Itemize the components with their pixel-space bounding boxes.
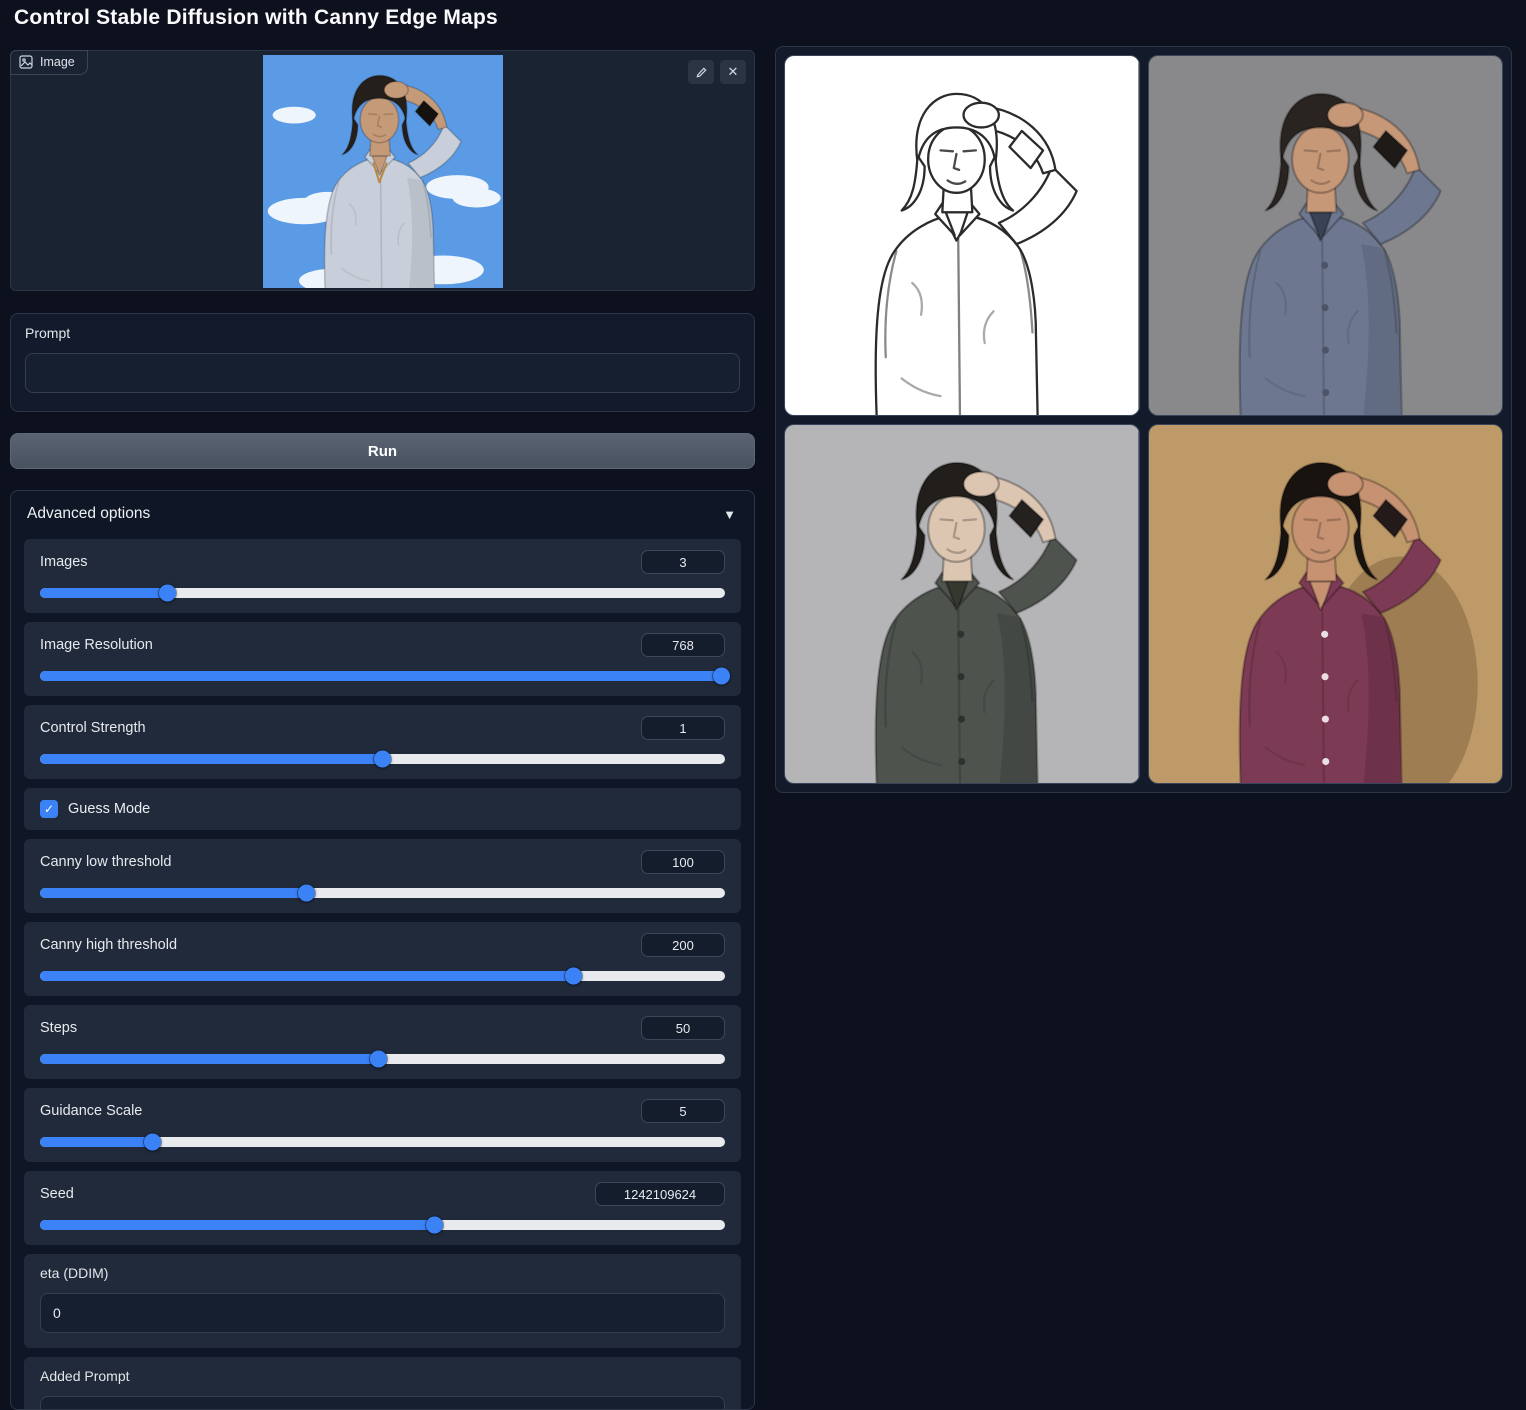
- steps-slider-handle[interactable]: [370, 1050, 388, 1068]
- guess-mode-field: ✓ Guess Mode: [24, 788, 741, 830]
- added-prompt-label: Added Prompt: [40, 1368, 130, 1384]
- images-number-input[interactable]: [641, 550, 725, 574]
- uploaded-photo: [262, 55, 503, 288]
- image-input[interactable]: Image ✕: [10, 50, 755, 291]
- image-resolution-label: Image Resolution: [40, 637, 153, 653]
- images-slider[interactable]: [40, 584, 725, 602]
- advanced-options-title: Advanced options: [27, 505, 151, 522]
- prompt-field: Prompt: [10, 313, 755, 412]
- canny-high-label: Canny high threshold: [40, 937, 178, 953]
- canny-low-label: Canny low threshold: [40, 854, 172, 870]
- slider-block-seed: Seed: [24, 1171, 741, 1245]
- canny-low-slider[interactable]: [40, 884, 725, 902]
- eta-label: eta (DDIM): [40, 1265, 109, 1281]
- gallery-item-generated-1[interactable]: [1147, 55, 1503, 416]
- controls-column: Image ✕ Prompt Run Advanced options ▼ Im…: [10, 50, 755, 1410]
- edit-image-button[interactable]: [688, 60, 714, 84]
- chevron-down-icon: ▼: [723, 506, 736, 522]
- image-icon: [19, 55, 33, 69]
- slider-block-image-resolution: Image Resolution: [24, 622, 741, 696]
- image-label: Image: [40, 55, 75, 69]
- control-strength-label: Control Strength: [40, 720, 146, 736]
- gallery-item-edge-map[interactable]: [784, 55, 1140, 416]
- guidance-scale-label: Guidance Scale: [40, 1103, 143, 1119]
- guess-mode-checkbox[interactable]: ✓: [40, 800, 58, 818]
- advanced-options-accordion: Advanced options ▼ Images Image Resoluti…: [10, 490, 755, 1410]
- images-slider-handle[interactable]: [159, 584, 177, 602]
- control-strength-slider-handle[interactable]: [373, 750, 391, 768]
- page-title: Control Stable Diffusion with Canny Edge…: [14, 6, 498, 29]
- slider-block-canny-low: Canny low threshold: [24, 839, 741, 913]
- slider-block-steps: Steps: [24, 1005, 741, 1079]
- app-root: { "page": { "title": "Control Stable Dif…: [0, 0, 1526, 1410]
- steps-label: Steps: [40, 1020, 78, 1036]
- control-strength-number-input[interactable]: [641, 716, 725, 740]
- slider-block-control-strength: Control Strength: [24, 705, 741, 779]
- steps-number-input[interactable]: [641, 1016, 725, 1040]
- prompt-input[interactable]: [25, 353, 740, 393]
- canny-low-slider-handle[interactable]: [298, 884, 316, 902]
- image-resolution-slider[interactable]: [40, 667, 730, 685]
- seed-slider[interactable]: [40, 1216, 725, 1234]
- canny-low-number-input[interactable]: [641, 850, 725, 874]
- image-resolution-slider-handle[interactable]: [712, 667, 730, 685]
- image-actions: ✕: [688, 60, 746, 84]
- eta-field: eta (DDIM): [24, 1254, 741, 1348]
- canny-high-slider-handle[interactable]: [565, 967, 583, 985]
- added-prompt-field: Added Prompt: [24, 1357, 741, 1409]
- control-strength-slider[interactable]: [40, 750, 725, 768]
- gallery-item-generated-2[interactable]: [784, 423, 1140, 784]
- prompt-label: Prompt: [25, 325, 71, 341]
- slider-block-guidance-scale: Guidance Scale: [24, 1088, 741, 1162]
- canny-high-slider[interactable]: [40, 967, 725, 985]
- seed-number-input[interactable]: [595, 1182, 725, 1206]
- gallery-item-generated-3[interactable]: [1147, 423, 1503, 784]
- guidance-scale-slider-handle[interactable]: [144, 1133, 162, 1151]
- clear-image-button[interactable]: ✕: [720, 60, 746, 84]
- image-label-chip: Image: [10, 50, 88, 75]
- image-resolution-number-input[interactable]: [641, 633, 725, 657]
- advanced-options-header[interactable]: Advanced options ▼: [11, 491, 754, 535]
- run-button[interactable]: Run: [10, 433, 755, 469]
- added-prompt-input[interactable]: [40, 1396, 725, 1409]
- seed-label: Seed: [40, 1186, 74, 1202]
- slider-block-images: Images: [24, 539, 741, 613]
- result-gallery: [775, 46, 1512, 793]
- images-label: Images: [40, 554, 88, 570]
- eta-input[interactable]: [40, 1293, 725, 1333]
- pencil-icon: [696, 66, 707, 77]
- guidance-scale-number-input[interactable]: [641, 1099, 725, 1123]
- advanced-options-body: Images Image Resolution Control St: [11, 535, 754, 1409]
- slider-block-canny-high: Canny high threshold: [24, 922, 741, 996]
- gallery-grid: [784, 55, 1503, 784]
- steps-slider[interactable]: [40, 1050, 725, 1068]
- guess-mode-label: Guess Mode: [68, 801, 151, 817]
- guidance-scale-slider[interactable]: [40, 1133, 725, 1151]
- seed-slider-handle[interactable]: [426, 1216, 444, 1234]
- canny-high-number-input[interactable]: [641, 933, 725, 957]
